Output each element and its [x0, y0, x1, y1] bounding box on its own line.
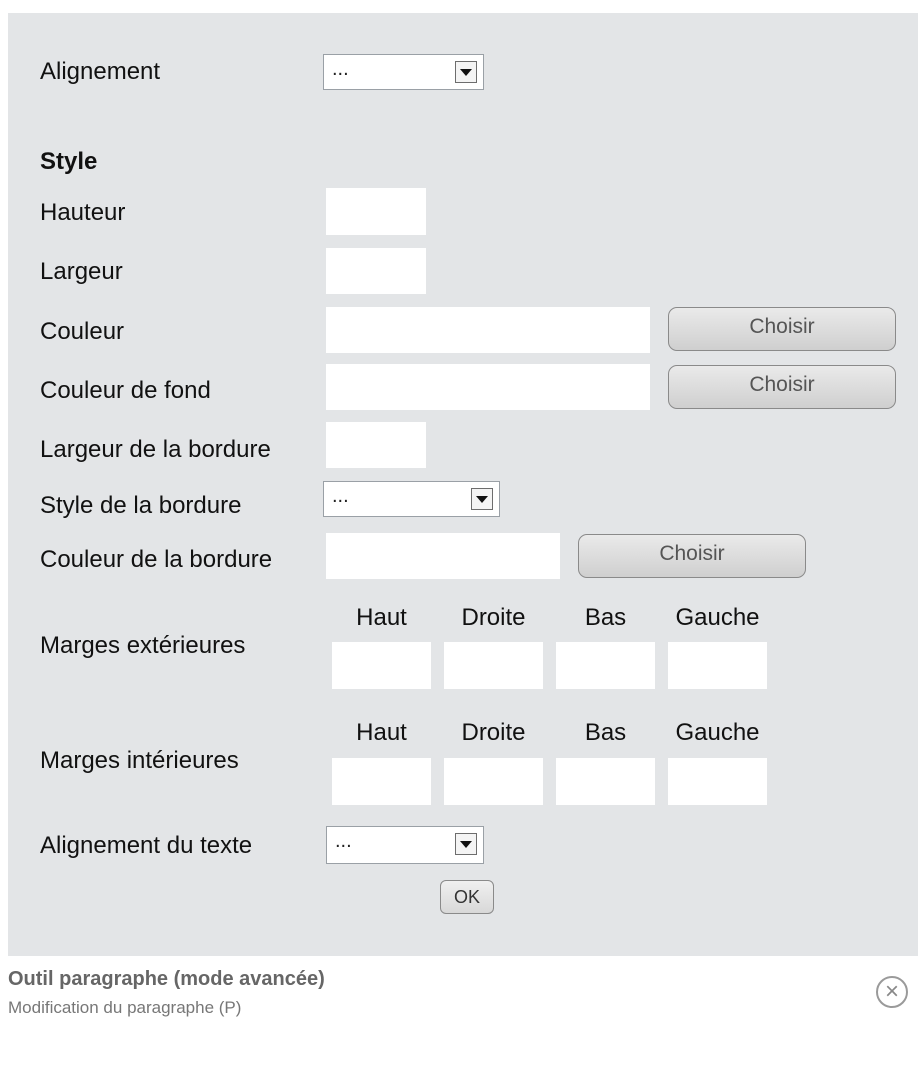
outer-margin-top-input[interactable]: [332, 642, 431, 689]
color-label: Couleur: [40, 318, 125, 345]
border-style-select[interactable]: ...: [323, 481, 500, 517]
height-input[interactable]: [326, 188, 426, 235]
outer-col-bottom: Bas: [584, 604, 627, 631]
outer-margins-label: Marges extérieures: [40, 632, 246, 659]
width-label: Largeur: [40, 258, 123, 285]
width-input[interactable]: [326, 248, 426, 294]
alignment-select-value: ...: [332, 58, 349, 80]
close-icon[interactable]: ×: [876, 976, 908, 1008]
choose-color-button[interactable]: Choisir: [668, 307, 896, 351]
inner-margin-bottom-input[interactable]: [556, 758, 655, 805]
inner-margins-label: Marges intérieures: [40, 747, 239, 774]
inner-col-top: Haut: [356, 719, 407, 746]
choose-border-color-button[interactable]: Choisir: [578, 534, 806, 578]
bgcolor-label: Couleur de fond: [40, 377, 211, 404]
ok-button[interactable]: OK: [440, 880, 494, 914]
bgcolor-input[interactable]: [326, 364, 650, 410]
chevron-down-icon[interactable]: [455, 833, 477, 855]
inner-margin-left-input[interactable]: [668, 758, 767, 805]
alignment-select[interactable]: ...: [323, 54, 484, 90]
chevron-down-icon[interactable]: [455, 61, 477, 83]
border-color-label: Couleur de la bordure: [40, 546, 273, 573]
inner-col-bottom: Bas: [584, 719, 627, 746]
outer-margin-left-input[interactable]: [668, 642, 767, 689]
inner-margin-right-input[interactable]: [444, 758, 543, 805]
inner-margin-top-input[interactable]: [332, 758, 431, 805]
choose-bgcolor-button[interactable]: Choisir: [668, 365, 896, 409]
chevron-down-icon[interactable]: [471, 488, 493, 510]
tool-subtitle: Modification du paragraphe (P): [8, 998, 242, 1017]
border-width-label: Largeur de la bordure: [40, 436, 271, 463]
inner-col-left: Gauche: [675, 719, 760, 746]
outer-margin-bottom-input[interactable]: [556, 642, 655, 689]
text-align-select-value: ...: [335, 830, 352, 852]
border-style-label: Style de la bordure: [40, 492, 242, 519]
style-heading: Style: [40, 148, 98, 175]
border-style-select-value: ...: [332, 485, 349, 507]
color-input[interactable]: [326, 307, 650, 353]
alignment-label: Alignement: [40, 58, 161, 85]
outer-col-right: Droite: [461, 604, 526, 631]
height-label: Hauteur: [40, 199, 126, 226]
outer-margin-right-input[interactable]: [444, 642, 543, 689]
outer-col-top: Haut: [356, 604, 407, 631]
border-color-input[interactable]: [326, 533, 560, 579]
tool-title: Outil paragraphe (mode avancée): [8, 968, 325, 990]
text-align-select[interactable]: ...: [326, 826, 484, 864]
text-align-label: Alignement du texte: [40, 832, 253, 859]
inner-col-right: Droite: [461, 719, 526, 746]
outer-col-left: Gauche: [675, 604, 760, 631]
border-width-input[interactable]: [326, 422, 426, 468]
